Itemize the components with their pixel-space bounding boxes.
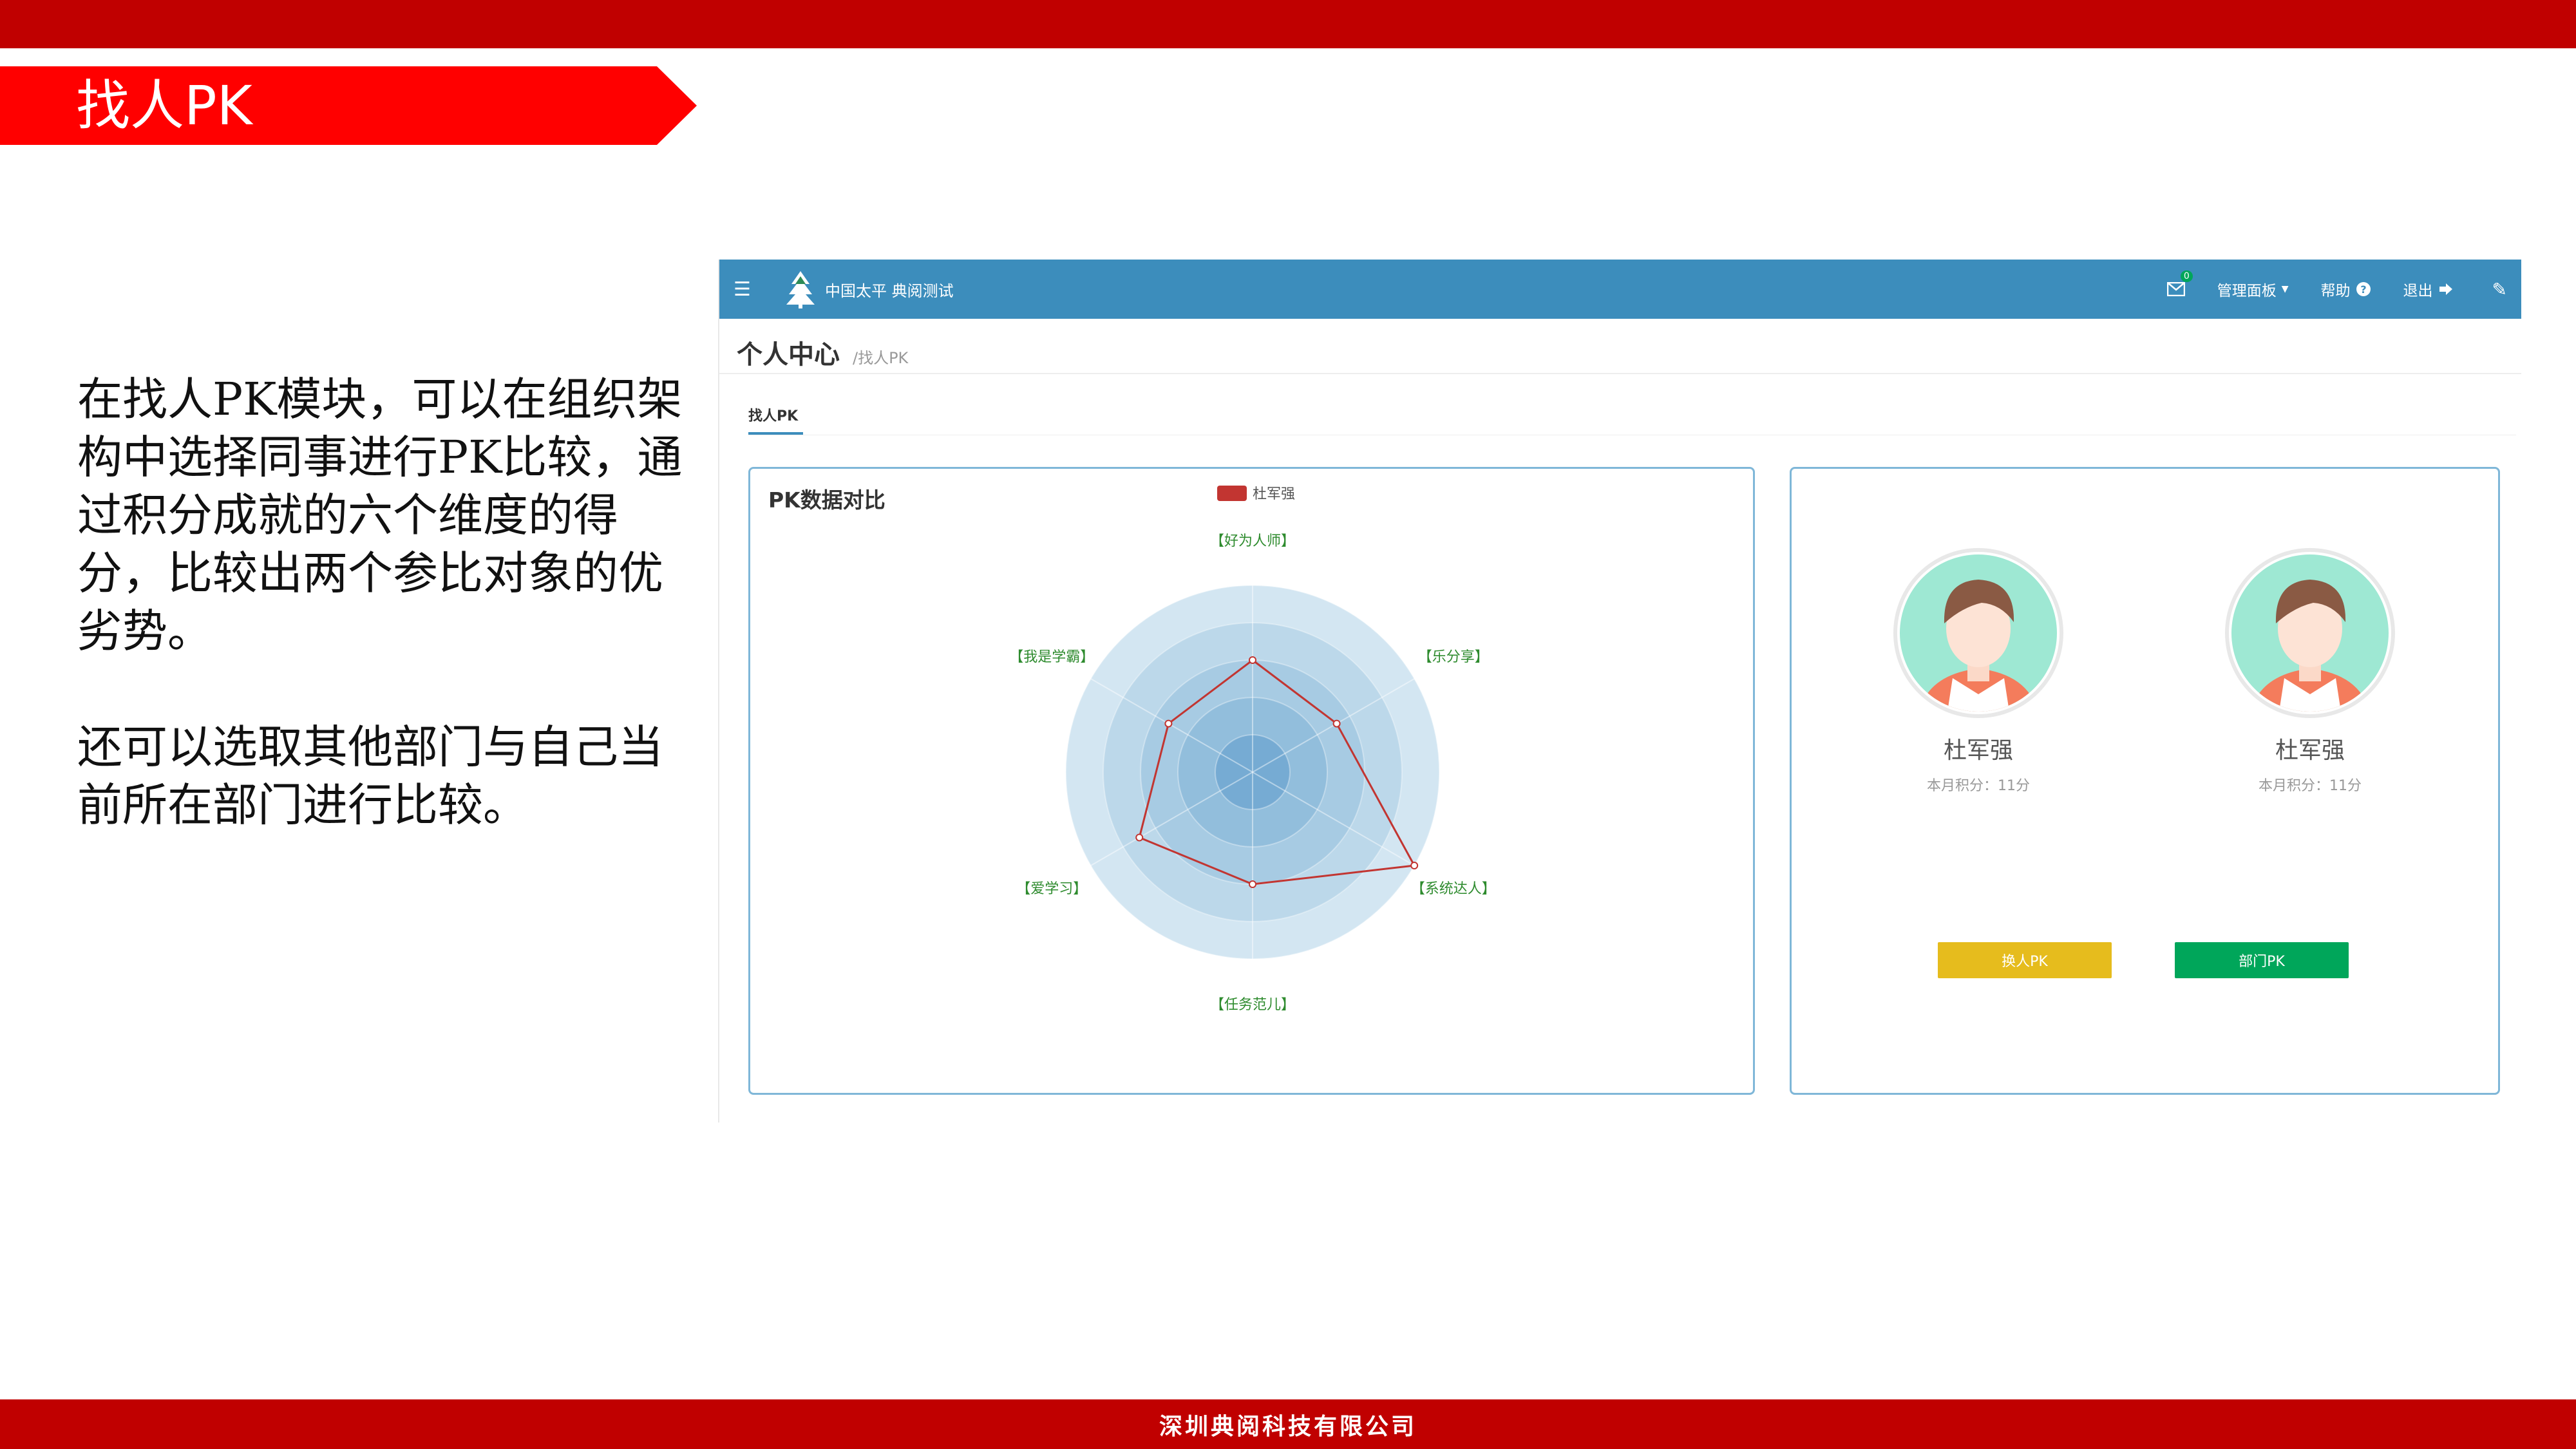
company-name: 深圳典阅科技有限公司 <box>1159 1412 1417 1440</box>
player-score: 本月积分：11分 <box>2259 778 2362 794</box>
series-point <box>1249 656 1256 664</box>
radar-indicator-label: 【乐分享】 <box>1418 649 1489 665</box>
avatar-icon <box>2225 548 2395 718</box>
mail-badge: 0 <box>2180 270 2193 282</box>
page-title: 个人中心 <box>737 340 840 370</box>
title-banner: 找人PK <box>0 66 697 145</box>
question-icon: ? <box>2356 282 2371 296</box>
legend-label: 杜军强 <box>1253 486 1295 502</box>
navbar: ☰ 中国太平 典阅测试 0 管理面板 ▼ 帮助 ? 退出 ✎ <box>719 260 2521 319</box>
series-point <box>1164 719 1173 728</box>
series-point <box>1332 719 1341 728</box>
pk-players-panel: 杜军强 本月积分：11分 杜军强 本月积分：11分 换人PK 部门PK <box>1790 467 2500 1095</box>
radar-indicator-label: 【好为人师】 <box>1210 533 1295 549</box>
series-point <box>1249 880 1256 888</box>
header-divider <box>719 373 2521 374</box>
logout-button[interactable]: 退出 <box>2403 278 2454 300</box>
avatar-icon <box>1893 548 2063 718</box>
logout-label: 退出 <box>2403 283 2433 299</box>
mail-icon <box>2166 282 2185 296</box>
pine-logo-icon <box>786 271 815 308</box>
player-card-right[interactable]: 杜军强 本月积分：11分 <box>2220 546 2400 795</box>
player-name: 杜军强 <box>1943 737 2013 764</box>
radar-indicator-label: 【爱学习】 <box>1016 881 1087 897</box>
pk-chart-panel: PK数据对比 【好为人师】 【乐分享】 【系统达人】 【任务范儿】 【爱学习】 【我是学霸… <box>748 467 1755 1095</box>
nav-right: 0 管理面板 ▼ 帮助 ? 退出 ✎ <box>2135 270 2521 300</box>
department-pk-button[interactable]: 部门PK <box>2175 942 2349 978</box>
slide-title: 找人PK <box>76 74 252 137</box>
radar-indicator-label: 【系统达人】 <box>1411 881 1496 897</box>
change-person-pk-button[interactable]: 换人PK <box>1938 942 2112 978</box>
radar-indicator-label: 【任务范儿】 <box>1210 997 1295 1013</box>
sign-out-icon <box>2439 283 2452 295</box>
player-score: 本月积分：11分 <box>1927 778 2030 794</box>
description-paragraph-1: 在找人PK模块，可以在组织架构中选择同事进行PK比较，通过积分成就的六个维度的得… <box>77 373 683 658</box>
top-bar <box>0 0 2576 48</box>
page-header: 个人中心 /找人PK <box>737 334 908 371</box>
player-card-left[interactable]: 杜军强 本月积分：11分 <box>1888 546 2069 795</box>
admin-panel-dropdown[interactable]: 管理面板 ▼ <box>2217 278 2289 300</box>
breadcrumb[interactable]: /找人PK <box>853 345 908 368</box>
app-window: ☰ 中国太平 典阅测试 0 管理面板 ▼ 帮助 ? 退出 ✎ 个人中心 /找人P… <box>718 260 2521 1122</box>
brand-name[interactable]: 中国太平 典阅测试 <box>825 278 954 301</box>
description-paragraph-2: 还可以选取其他部门与自己当前所在部门进行比较。 <box>77 721 663 831</box>
svg-text:?: ? <box>2360 283 2366 296</box>
legend-swatch <box>1217 486 1247 501</box>
footer-bar: 深圳典阅科技有限公司 <box>0 1399 2576 1449</box>
mail-button[interactable]: 0 <box>2166 270 2193 296</box>
help-label: 帮助 <box>2320 283 2351 299</box>
radar-indicator-label: 【我是学霸】 <box>1009 649 1094 665</box>
pencil-icon[interactable]: ✎ <box>2492 279 2507 300</box>
series-point <box>1135 833 1144 842</box>
menu-icon[interactable]: ☰ <box>734 278 759 301</box>
admin-panel-label: 管理面板 <box>2217 283 2277 299</box>
tab-find-pk[interactable]: 找人PK <box>748 404 798 425</box>
series-point <box>1410 862 1419 869</box>
caret-down-icon: ▼ <box>2281 284 2289 294</box>
description: 在找人PK模块，可以在组织架构中选择同事进行PK比较，通过积分成就的六个维度的得… <box>77 370 696 834</box>
help-button[interactable]: 帮助 ? <box>2321 278 2371 300</box>
radar-chart: 【好为人师】【乐分享】【系统达人】【任务范儿】 【爱学习】 【我是学霸】 杜军强 <box>1009 486 1496 1013</box>
player-name: 杜军强 <box>2275 737 2345 764</box>
